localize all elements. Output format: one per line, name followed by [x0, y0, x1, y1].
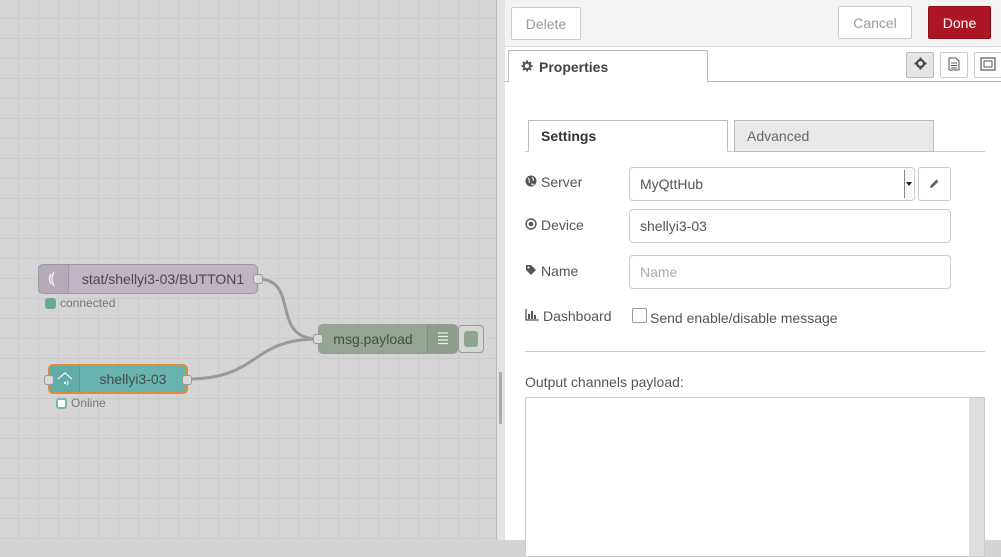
mqtt-in-status-text: connected: [60, 296, 116, 310]
send-enable-disable-label[interactable]: Send enable/disable message: [650, 310, 838, 326]
dot-circle-icon: [525, 217, 537, 233]
node-settings-tab-button[interactable]: [906, 52, 934, 78]
flow-workspace[interactable]: stat/shellyi3-03/BUTTON1 connected shell…: [0, 0, 498, 540]
tray-toolbar: Delete Cancel Done: [505, 0, 1001, 47]
home-wifi-icon: [50, 366, 80, 392]
globe-icon: [525, 174, 537, 190]
gear-icon: [914, 57, 927, 73]
debug-toggle-button[interactable]: [458, 325, 484, 353]
dashboard-row: Dashboard: [525, 308, 612, 324]
node-description-tab-button[interactable]: [940, 52, 968, 78]
editor-scrollbar[interactable]: [969, 398, 984, 556]
edit-tray: Delete Cancel Done Properties Settings A…: [505, 0, 1001, 557]
server-row: Server: [525, 174, 582, 190]
server-label: Server: [525, 174, 582, 190]
tab-properties-label: Properties: [539, 58, 609, 75]
shelly-status: Online: [56, 396, 106, 410]
server-select[interactable]: MyQttHub: [629, 167, 915, 201]
device-input[interactable]: shellyi3-03: [629, 209, 951, 243]
wire-mqtt-to-debug: [257, 277, 319, 341]
pencil-icon: [929, 176, 940, 192]
list-lines-icon: [427, 325, 457, 353]
dashboard-label: Dashboard: [525, 308, 612, 324]
tab-advanced[interactable]: Advanced: [734, 120, 934, 152]
debug-toggle-indicator: [464, 331, 478, 347]
settings-subtabs: Settings Advanced: [525, 120, 985, 152]
node-appearance-tab-button[interactable]: [974, 52, 1001, 78]
wire-shelly-to-debug: [187, 337, 319, 381]
file-text-icon: [948, 57, 960, 74]
delete-button[interactable]: Delete: [511, 7, 581, 40]
done-button[interactable]: Done: [928, 6, 991, 39]
bar-chart-icon: [525, 308, 539, 324]
dashboard-label-text: Dashboard: [543, 308, 612, 324]
tag-icon: [525, 263, 537, 279]
shelly-status-text: Online: [71, 396, 106, 410]
tab-settings[interactable]: Settings: [528, 120, 728, 152]
name-label-text: Name: [541, 263, 579, 279]
name-label: Name: [525, 263, 578, 279]
shelly-node-label: shellyi3-03: [99, 371, 167, 387]
shelly-output-port[interactable]: [182, 375, 192, 385]
dashboard-checkbox-row[interactable]: Send enable/disable message: [632, 305, 838, 326]
device-label: Device: [525, 217, 584, 233]
splitter-grip-icon[interactable]: [499, 372, 502, 424]
device-row: Device: [525, 217, 584, 233]
gear-icon: [521, 59, 533, 75]
output-channels-editor[interactable]: [525, 397, 985, 557]
form-divider: [525, 351, 985, 352]
shelly-node[interactable]: shellyi3-03: [44, 364, 192, 394]
debug-node-label: msg.payload: [333, 331, 413, 347]
server-select-value: MyQttHub: [640, 176, 704, 192]
status-ring-icon: [56, 397, 67, 409]
caret-down-icon: [904, 170, 912, 198]
cancel-button[interactable]: Cancel: [838, 6, 912, 39]
wifi-waves-icon: [39, 265, 69, 293]
mqtt-in-node[interactable]: stat/shellyi3-03/BUTTON1: [38, 264, 263, 294]
output-label-row: Output channels payload:: [525, 374, 684, 390]
name-input-placeholder: Name: [640, 264, 678, 280]
tray-tabs: Properties: [505, 48, 1001, 83]
send-enable-disable-checkbox[interactable]: [632, 308, 647, 323]
mqtt-in-node-label: stat/shellyi3-03/BUTTON1: [81, 271, 245, 287]
tab-properties[interactable]: Properties: [508, 50, 708, 83]
mqtt-in-status: connected: [45, 296, 115, 310]
name-row: Name: [525, 263, 578, 279]
debug-node[interactable]: msg.payload: [313, 324, 458, 354]
edit-server-button[interactable]: [918, 167, 951, 201]
device-label-text: Device: [541, 217, 584, 233]
name-input[interactable]: Name: [629, 255, 951, 289]
status-dot-icon: [45, 297, 56, 309]
object-frame-icon: [980, 56, 996, 74]
device-input-value: shellyi3-03: [640, 218, 707, 234]
output-channels-label: Output channels payload:: [525, 374, 684, 390]
server-label-text: Server: [541, 174, 583, 190]
mqtt-in-output-port[interactable]: [253, 274, 263, 284]
shelly-input-port[interactable]: [44, 375, 54, 385]
debug-input-port[interactable]: [313, 334, 323, 344]
